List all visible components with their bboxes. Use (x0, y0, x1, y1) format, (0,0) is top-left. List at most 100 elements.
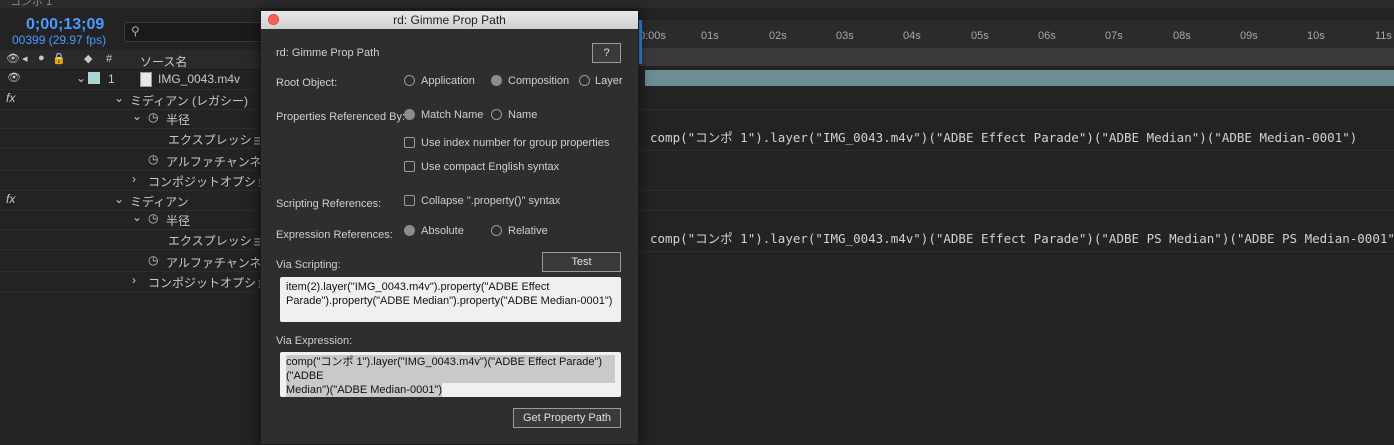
relative-label[interactable]: Relative (508, 225, 548, 237)
collapse-property-checkbox[interactable] (404, 195, 415, 206)
chevron-right-icon[interactable]: › (132, 273, 136, 287)
compact-english-checkbox[interactable] (404, 161, 415, 172)
eye-column-icon: 👁 (6, 53, 20, 65)
layer-name[interactable]: IMG_0043.m4v (158, 72, 240, 86)
ruler-tick: 07s (1105, 30, 1123, 42)
effect-row[interactable]: fx ⌄ ミディアン (レガシー) (0, 89, 260, 110)
layer-row[interactable]: 👁 ⌄ 1 IMG_0043.m4v (0, 69, 260, 90)
expression-text-1[interactable]: comp("コンポ 1").layer("IMG_0043.m4v")("ADB… (650, 127, 1357, 146)
property-group-row[interactable]: › コンポジットオプション (0, 170, 280, 191)
absolute-label[interactable]: Absolute (421, 225, 464, 237)
root-application-radio[interactable] (404, 75, 415, 86)
stopwatch-icon[interactable]: ◷ (148, 253, 158, 267)
test-button[interactable]: Test (542, 252, 621, 272)
panel-tab-bar: コンポ 1 (0, 0, 1394, 8)
layer-column-header: 👁 ◂ ● 🔒 ◆ # ソース名 (0, 50, 260, 70)
ruler-tick: 09s (1240, 30, 1258, 42)
layer-duration-bar[interactable] (645, 70, 1394, 86)
fx-icon[interactable]: fx (6, 192, 15, 206)
comp-tab-title[interactable]: コンポ 1 (10, 0, 52, 9)
chevron-down-icon[interactable]: ⌄ (132, 210, 142, 224)
close-icon[interactable] (268, 14, 279, 25)
expression-row: エクスプレッション： (0, 229, 288, 250)
via-scripting-textbox[interactable]: item(2).layer("IMG_0043.m4v").property("… (280, 277, 621, 322)
via-expression-line: comp("コンポ 1").layer("IMG_0043.m4v")("ADB… (286, 355, 615, 383)
index-number-checkbox[interactable] (404, 137, 415, 148)
via-expression-label: Via Expression: (276, 335, 353, 347)
index-column-header: # (106, 53, 113, 65)
via-expression-line: Median")("ADBE Median-0001") (286, 383, 443, 397)
property-row[interactable]: ⌄ ◷ 半径 (0, 108, 260, 129)
source-name-column-header[interactable]: ソース名 (140, 53, 187, 70)
via-scripting-line: Parade").property("ADBE Median").propert… (286, 295, 613, 307)
chevron-down-icon[interactable]: ⌄ (114, 192, 124, 206)
label-column-icon: ◆ (84, 53, 93, 65)
chevron-down-icon[interactable]: ⌄ (114, 91, 124, 105)
property-row[interactable]: ◷ アルファチャンネルに (0, 150, 286, 171)
dialog-title-bar[interactable]: rd: Gimme Prop Path (261, 11, 638, 29)
footage-file-icon (140, 72, 152, 87)
work-area-bar[interactable] (637, 48, 1394, 66)
via-scripting-line: item(2).layer("IMG_0043.m4v").property("… (286, 281, 550, 293)
ruler-tick: 0:00s (639, 30, 666, 42)
match-name-radio[interactable] (404, 109, 415, 120)
layer-search-input[interactable]: ⚲ (124, 22, 262, 42)
gimme-prop-path-dialog: rd: Gimme Prop Path rd: Gimme Prop Path … (260, 10, 639, 445)
stopwatch-icon[interactable]: ◷ (148, 152, 158, 166)
compact-english-label[interactable]: Use compact English syntax (421, 161, 559, 173)
ruler-tick: 01s (701, 30, 719, 42)
ruler-tick: 11s (1375, 30, 1392, 42)
root-layer-label[interactable]: Layer (595, 75, 623, 87)
effect-row[interactable]: fx ⌄ ミディアン (0, 190, 260, 211)
root-layer-radio[interactable] (579, 75, 590, 86)
label-color-swatch[interactable] (88, 72, 100, 84)
match-name-label[interactable]: Match Name (421, 109, 483, 121)
ruler-tick: 10s (1307, 30, 1325, 42)
property-row[interactable]: ◷ アルファチャンネルに (0, 251, 286, 272)
fx-icon[interactable]: fx (6, 91, 15, 105)
ruler-tick: 08s (1173, 30, 1191, 42)
index-number-label[interactable]: Use index number for group properties (421, 137, 609, 149)
divider (637, 210, 1394, 211)
collapse-property-label[interactable]: Collapse ".property()" syntax (421, 195, 560, 207)
property-row[interactable]: ⌄ ◷ 半径 (0, 209, 260, 230)
stopwatch-icon[interactable]: ◷ (148, 211, 158, 225)
audio-column-icon: ◂ (22, 53, 28, 65)
chevron-right-icon[interactable]: › (132, 172, 136, 186)
time-ruler[interactable]: 0:00s 01s 02s 03s 04s 05s 06s 07s 08s 09… (637, 20, 1394, 48)
help-button[interactable]: ? (592, 43, 621, 63)
current-timecode[interactable]: 0;00;13;09 (26, 16, 104, 34)
via-scripting-label: Via Scripting: (276, 259, 341, 271)
divider (637, 190, 1394, 191)
relative-radio[interactable] (491, 225, 502, 236)
ruler-tick: 06s (1038, 30, 1056, 42)
stopwatch-icon[interactable]: ◷ (148, 110, 158, 124)
frame-rate-readout: 00399 (29.97 fps) (12, 33, 107, 47)
expression-row: エクスプレッション： (0, 128, 288, 149)
via-expression-textbox[interactable]: comp("コンポ 1").layer("IMG_0043.m4v")("ADB… (280, 352, 621, 397)
playhead-indicator[interactable] (639, 20, 642, 64)
name-radio[interactable] (491, 109, 502, 120)
name-label[interactable]: Name (508, 109, 537, 121)
property-group-row[interactable]: › コンポジットオプション (0, 271, 280, 292)
root-composition-radio[interactable] (491, 75, 502, 86)
root-object-label: Root Object: (276, 77, 338, 89)
divider (637, 109, 1394, 110)
divider (637, 251, 1394, 252)
root-application-label[interactable]: Application (421, 75, 475, 87)
ruler-tick: 04s (903, 30, 921, 42)
root-composition-label[interactable]: Composition (508, 75, 569, 87)
visibility-toggle-icon[interactable]: 👁 (7, 71, 21, 84)
solo-column-icon: ● (38, 52, 45, 64)
props-ref-label: Properties Referenced By: (276, 111, 406, 123)
property-name: 半径 (166, 214, 191, 228)
expand-layer-chevron-icon[interactable]: ⌄ (76, 71, 86, 85)
effect-name: ミディアン (130, 195, 189, 209)
search-icon: ⚲ (131, 24, 140, 38)
absolute-radio[interactable] (404, 225, 415, 236)
expression-text-2[interactable]: comp("コンポ 1").layer("IMG_0043.m4v")("ADB… (650, 228, 1394, 247)
expression-ref-label: Expression References: (276, 229, 393, 241)
get-property-path-button[interactable]: Get Property Path (513, 408, 621, 428)
lock-column-icon: 🔒 (52, 53, 66, 65)
chevron-down-icon[interactable]: ⌄ (132, 109, 142, 123)
